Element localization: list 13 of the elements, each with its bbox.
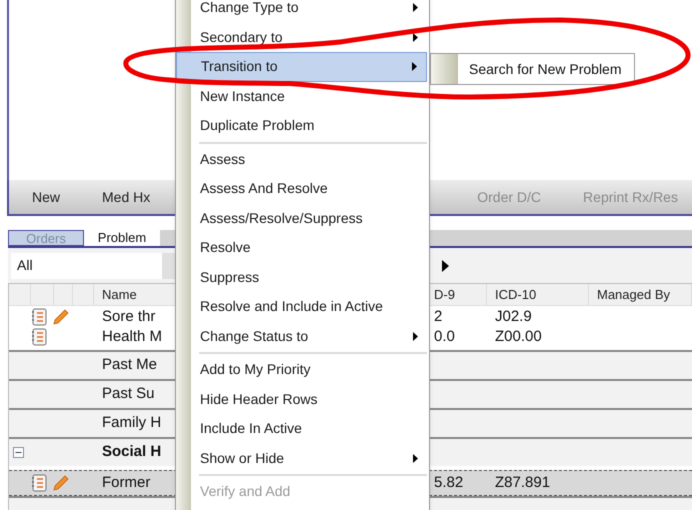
table-cell-text: Health M <box>102 327 162 347</box>
table-cell-text: Former <box>102 472 150 493</box>
group-row-label: Family H <box>102 413 162 434</box>
group-row-label: Past Su <box>102 384 155 404</box>
group-row-label: Social H <box>102 442 162 462</box>
table-cell-text: Z00.00 <box>494 327 543 347</box>
table-cell-text: Z87.891 <box>494 472 552 493</box>
table-cell-text: J02.9 <box>494 307 533 327</box>
group-row-label: Past Me <box>102 355 158 376</box>
table-cell-text: 0.0 <box>434 327 455 347</box>
table-cell-text: 2 <box>434 307 442 327</box>
table-cell-text: 5.82 <box>434 472 464 493</box>
table-cell-text: Sore thr <box>102 307 156 327</box>
